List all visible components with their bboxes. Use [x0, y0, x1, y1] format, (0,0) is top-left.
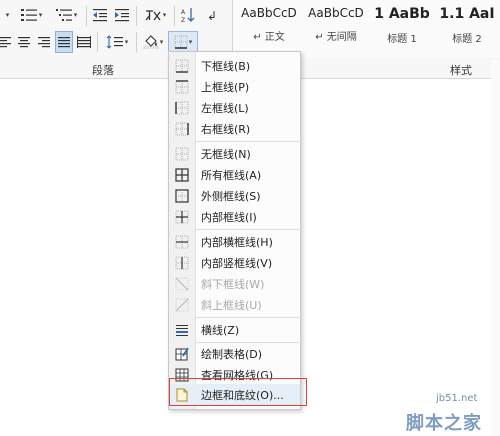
menu-item-inside-vertical[interactable]: 内部竖框线(V)	[169, 252, 300, 273]
menu-item-diagonal-up: 斜上框线(U)	[169, 294, 300, 315]
paragraph-group-label: 段落	[92, 64, 114, 77]
borders-button[interactable]: ▾	[168, 31, 198, 53]
svg-text:A: A	[181, 9, 186, 16]
numbering-icon	[20, 9, 37, 21]
style-sample: AaBbCcD	[241, 6, 297, 20]
increase-indent-icon	[115, 9, 129, 22]
menu-item-label: 内部框线(I)	[201, 210, 257, 224]
bullets-caret[interactable]: ▾	[0, 4, 14, 26]
menu-item-top-border[interactable]: 上框线(P)	[169, 76, 300, 97]
style-heading-1[interactable]: 1 AaBb 标题 1	[371, 6, 433, 52]
border-top-icon	[169, 79, 195, 94]
paragraph-row-2: ▾ ▾ ▾	[0, 31, 230, 53]
align-right-button[interactable]	[35, 31, 53, 53]
horizontal-line-icon	[169, 323, 195, 337]
decrease-indent-icon	[93, 9, 107, 22]
menu-item-label: 内部横框线(H)	[201, 235, 273, 249]
distributed-icon	[77, 36, 91, 48]
watermark-text: 脚本之家	[406, 413, 482, 434]
style-name: 标题 1	[387, 34, 417, 45]
justify-icon	[58, 37, 70, 48]
increase-indent-button[interactable]	[112, 4, 132, 26]
menu-item-all-borders[interactable]: 所有框线(A)	[169, 164, 300, 185]
menu-item-outside-borders[interactable]: 外侧框线(S)	[169, 185, 300, 206]
menu-item-label: 横线(Z)	[201, 323, 240, 337]
decrease-indent-button[interactable]	[90, 4, 110, 26]
asian-layout-icon	[145, 10, 161, 21]
paragraph-row-1: ▾ ▾ ▾ ▾ AZ ↲	[0, 4, 230, 28]
style-sample: 1 AaBb	[374, 6, 430, 22]
justify-button[interactable]	[55, 31, 73, 53]
document-scroll-area	[491, 60, 500, 436]
menu-item-draw-table[interactable]: 绘制表格(D)	[169, 343, 300, 364]
menu-item-label: 外侧框线(S)	[201, 189, 261, 203]
border-left-icon	[169, 101, 195, 115]
draw-table-icon	[169, 347, 195, 361]
menu-item-label: 无框线(N)	[201, 147, 251, 161]
border-right-icon	[169, 122, 195, 136]
line-spacing-icon	[106, 35, 123, 49]
borders-dropdown-menu: 下框线(B) 上框线(P) 左框线(L) 右框线(R) 无框线(N) 所有框线(…	[168, 51, 301, 410]
border-all-icon	[169, 167, 195, 182]
align-left-button[interactable]	[0, 31, 12, 53]
style-sample: 1.1 AaI	[439, 6, 495, 22]
menu-item-label: 下框线(B)	[201, 59, 251, 73]
menu-item-inside-horizontal[interactable]: 内部横框线(H)	[169, 231, 300, 252]
menu-item-inside-borders[interactable]: 内部框线(I)	[169, 206, 300, 227]
menu-item-no-border[interactable]: 无框线(N)	[169, 143, 300, 164]
style-name: ↵ 无间隔	[315, 32, 357, 43]
asian-layout-button[interactable]: ▾	[140, 4, 170, 26]
multilevel-list-button[interactable]: ▾	[50, 4, 82, 26]
menu-item-label: 内部竖框线(V)	[201, 256, 273, 270]
style-sample: AaBbCcD	[308, 6, 364, 20]
border-none-icon	[169, 147, 195, 161]
svg-text:↲: ↲	[207, 9, 217, 22]
style-name: ↵ 正文	[253, 32, 285, 43]
style-normal[interactable]: AaBbCcD ↵ 正文	[237, 6, 301, 52]
numbering-button[interactable]: ▾	[16, 4, 46, 26]
menu-item-label: 斜下框线(W)	[201, 277, 265, 291]
align-center-icon	[18, 37, 30, 48]
border-bottom-icon	[169, 59, 195, 73]
menu-item-bottom-border[interactable]: 下框线(B)	[169, 55, 300, 76]
border-bottom-icon	[174, 35, 188, 49]
distributed-button[interactable]	[75, 31, 93, 53]
menu-item-label: 右框线(R)	[201, 122, 251, 136]
highlight-box	[169, 378, 307, 406]
menu-item-label: 左框线(L)	[201, 101, 249, 115]
menu-item-label: 斜上框线(U)	[201, 298, 262, 312]
styles-group-label: 样式	[450, 64, 472, 77]
multilevel-list-icon	[55, 9, 72, 21]
menu-item-diagonal-down: 斜下框线(W)	[169, 273, 300, 294]
sort-icon: AZ	[181, 8, 195, 23]
menu-item-label: 绘制表格(D)	[201, 347, 263, 361]
align-center-button[interactable]	[15, 31, 33, 53]
show-marks-button[interactable]: ↲	[202, 4, 222, 26]
border-inside-horizontal-icon	[169, 235, 195, 249]
border-diagonal-up-icon	[169, 298, 195, 312]
styles-gallery: AaBbCcD ↵ 正文 AaBbCcD ↵ 无间隔 1 AaBb 标题 1 1…	[232, 0, 500, 58]
align-right-icon	[38, 37, 50, 48]
menu-item-right-border[interactable]: 右框线(R)	[169, 118, 300, 139]
border-inside-icon	[169, 210, 195, 224]
menu-item-label: 所有框线(A)	[201, 168, 262, 182]
svg-text:Z: Z	[181, 17, 185, 23]
paint-bucket-icon	[143, 35, 158, 49]
sort-button[interactable]: AZ	[178, 4, 198, 26]
paragraph-mark-icon: ↲	[207, 9, 217, 22]
watermark-site: jb51.net	[436, 393, 478, 404]
border-outside-icon	[169, 188, 195, 203]
style-name: 标题 2	[452, 34, 482, 45]
menu-item-label: 上框线(P)	[201, 80, 250, 94]
menu-item-left-border[interactable]: 左框线(L)	[169, 97, 300, 118]
style-no-spacing[interactable]: AaBbCcD ↵ 无间隔	[303, 6, 369, 52]
line-spacing-button[interactable]: ▾	[102, 31, 132, 53]
style-heading-2[interactable]: 1.1 AaI 标题 2	[435, 6, 499, 52]
align-left-icon	[0, 37, 11, 48]
border-diagonal-down-icon	[169, 277, 195, 291]
shading-button[interactable]: ▾	[140, 31, 166, 53]
menu-item-horizontal-line[interactable]: 横线(Z)	[169, 319, 300, 340]
border-inside-vertical-icon	[169, 256, 195, 270]
